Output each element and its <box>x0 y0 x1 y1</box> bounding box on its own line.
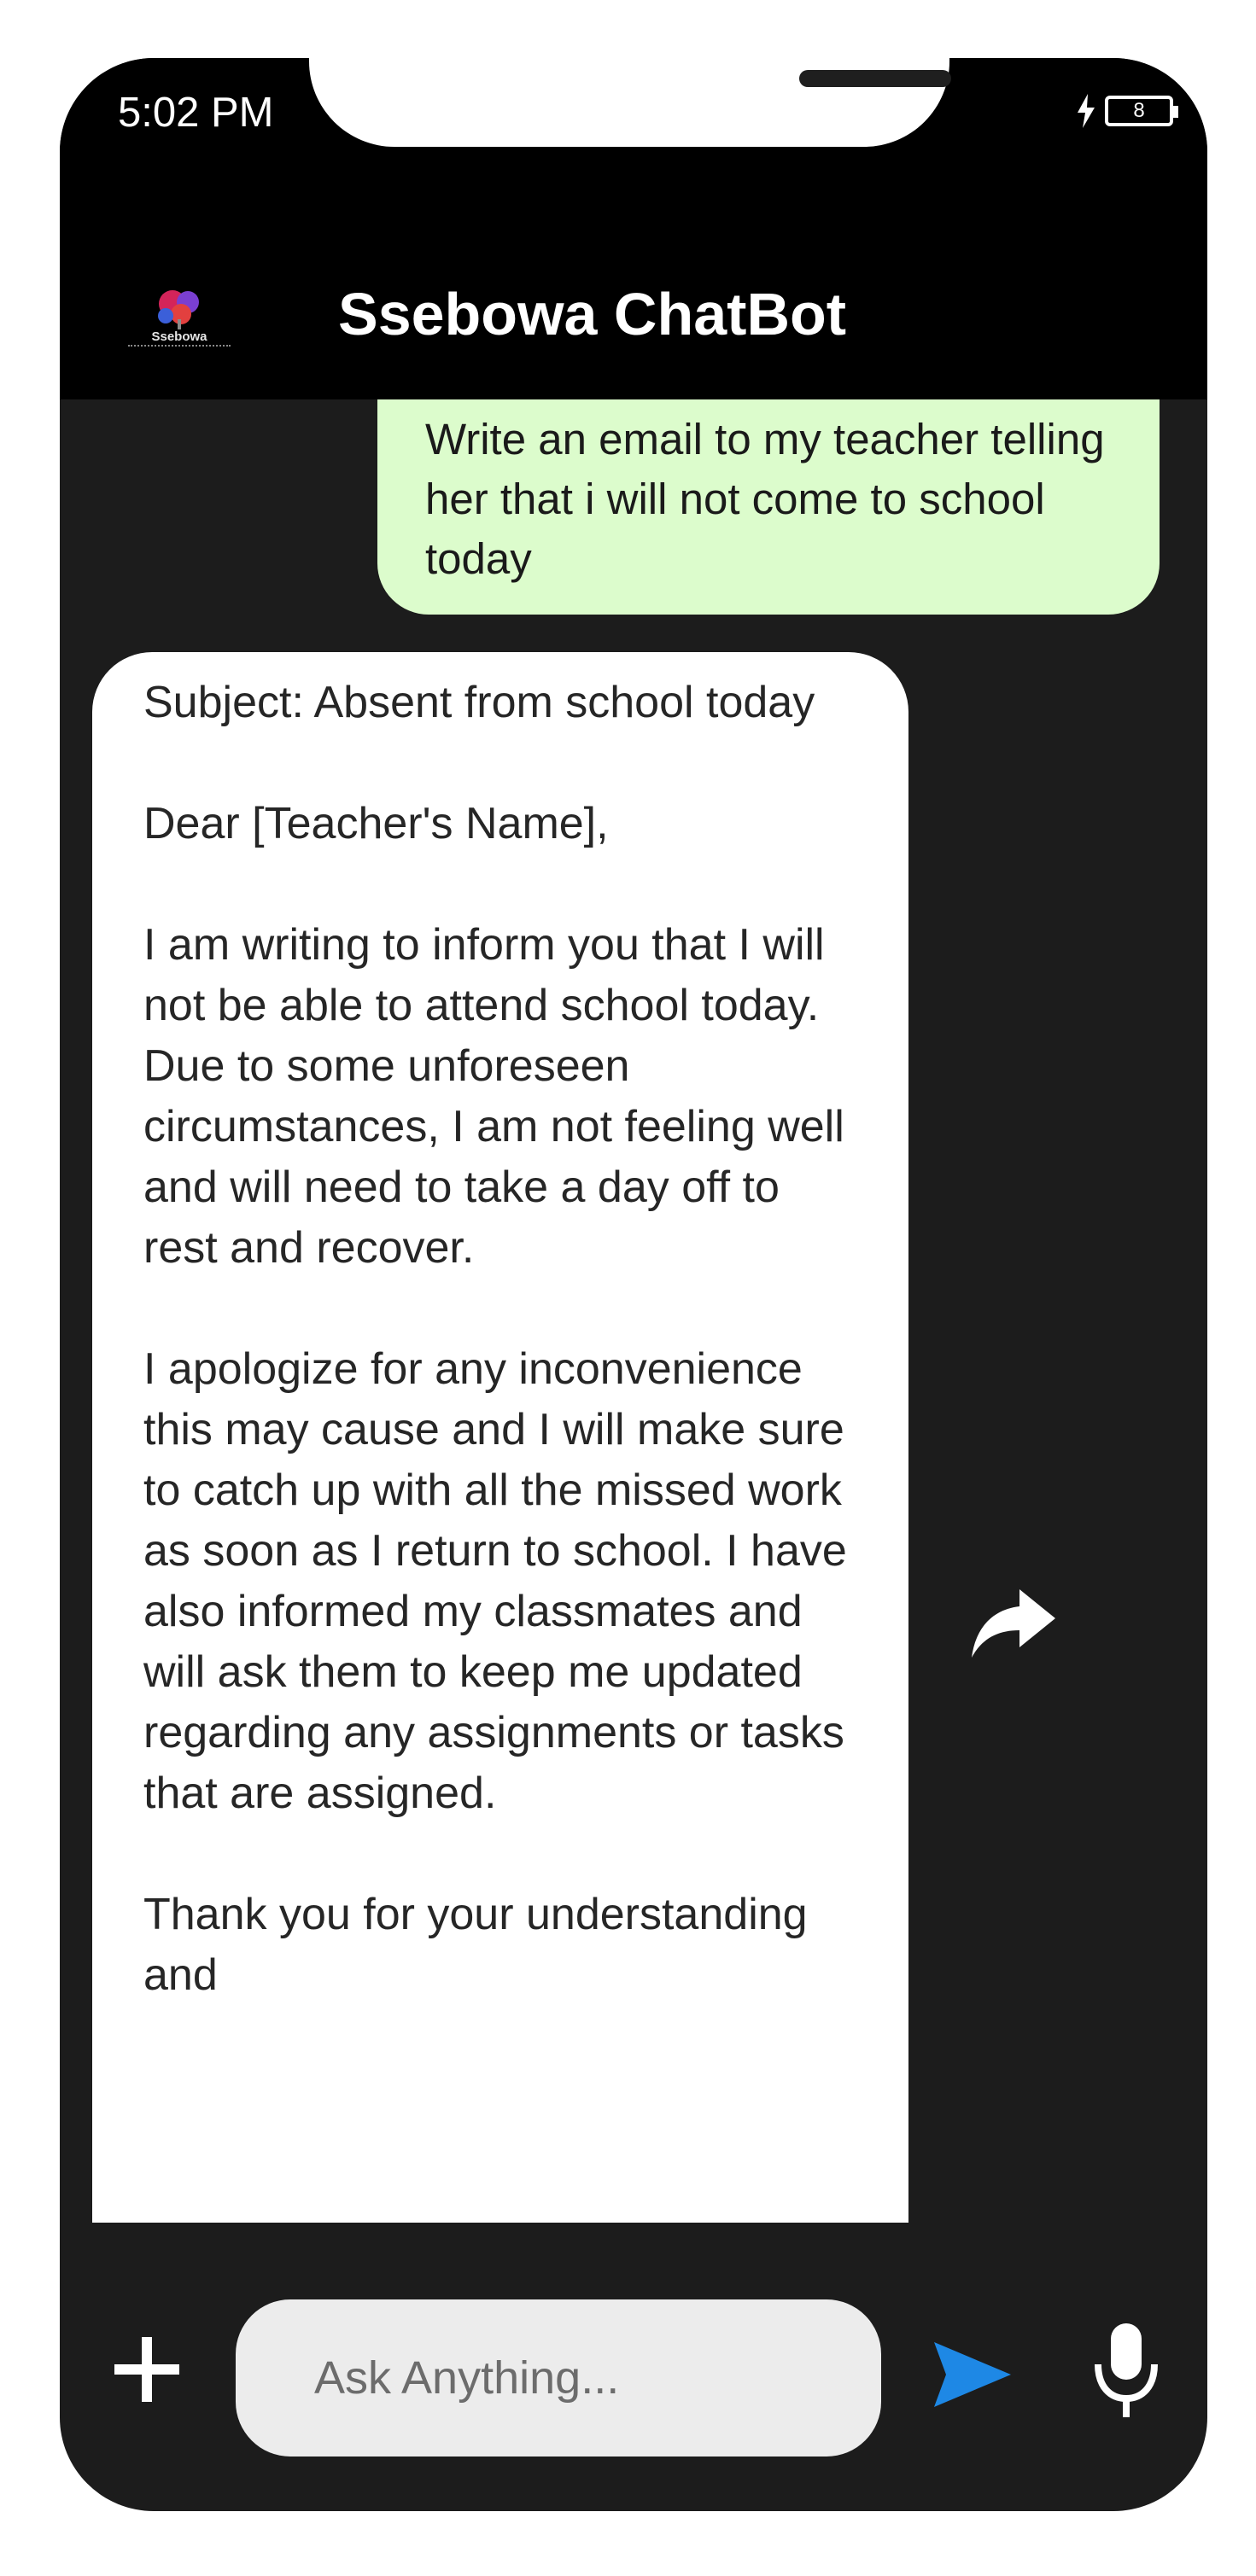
bot-message-paragraph: Thank you for your understanding and <box>143 1890 808 2000</box>
app-title: Ssebowa ChatBot <box>338 281 847 347</box>
bot-message-paragraph: I apologize for any inconvenience this m… <box>143 1344 847 1818</box>
charging-bolt-icon <box>1078 94 1095 128</box>
battery-tip <box>1173 106 1178 118</box>
notch <box>309 58 951 147</box>
microphone-icon[interactable] <box>1088 2320 1165 2422</box>
chat-area[interactable]: Write an email to my teacher telling her… <box>60 399 1207 2260</box>
composer-bar <box>60 2260 1207 2511</box>
battery-icon: 8 <box>1105 96 1178 126</box>
app-bar: Ssebowa Ssebowa ChatBot <box>60 195 1207 399</box>
logo-tagline <box>128 345 231 348</box>
battery-level: 8 <box>1133 99 1145 122</box>
share-forward-icon[interactable] <box>967 1584 1060 1661</box>
bot-message-paragraph: Subject: Absent from school today <box>143 678 815 727</box>
ask-input[interactable] <box>236 2299 881 2457</box>
app-logo-icon <box>158 290 199 329</box>
bot-message-bubble: Subject: Absent from school today Dear [… <box>92 652 908 2223</box>
logo-text: Ssebowa <box>151 329 207 344</box>
speaker-grille <box>799 70 951 87</box>
user-message-text: Write an email to my teacher telling her… <box>425 415 1105 583</box>
user-message-bubble: Write an email to my teacher telling her… <box>377 399 1160 615</box>
plus-icon[interactable] <box>109 2332 184 2407</box>
bot-message-paragraph: Dear [Teacher's Name], <box>143 799 609 848</box>
status-time: 5:02 PM <box>118 90 274 136</box>
phone-frame: 5:02 PM 8 Ssebowa Ssebowa ChatBot Write … <box>60 58 1207 2511</box>
bot-message-paragraph: I am writing to inform you that I will n… <box>143 920 844 1273</box>
send-icon[interactable] <box>929 2332 1014 2417</box>
